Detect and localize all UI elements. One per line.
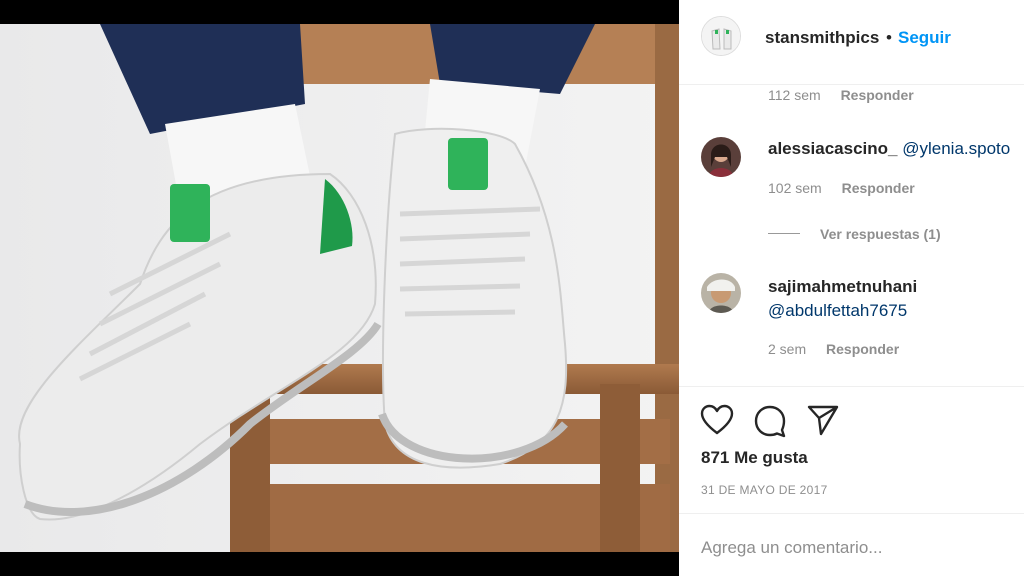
reply-button[interactable]: Responder — [826, 341, 899, 357]
author-username[interactable]: stansmithpics — [765, 28, 879, 48]
comment-meta: 2 sem Responder — [768, 341, 899, 357]
paper-plane-icon[interactable] — [806, 404, 840, 441]
commenter-avatar[interactable] — [701, 273, 741, 313]
like-count[interactable]: 871 Me gusta — [701, 448, 808, 468]
post-photo[interactable] — [0, 0, 679, 576]
comment-time: 102 sem — [768, 180, 822, 196]
follow-button[interactable]: Seguir — [898, 28, 951, 48]
post-sidebar: stansmithpics • Seguir 112 sem Responder… — [679, 0, 1024, 576]
author-avatar[interactable] — [701, 16, 741, 56]
separator-dot: • — [886, 28, 892, 47]
reply-button[interactable]: Responder — [842, 180, 915, 196]
post-actions: 871 Me gusta 31 DE MAYO DE 2017 — [679, 386, 1024, 514]
comment-meta: 112 sem Responder — [768, 87, 914, 103]
heart-icon[interactable] — [700, 404, 734, 441]
comment-time: 2 sem — [768, 341, 807, 357]
comment-text: sajimahmetnuhani @abdulfettah7675 — [768, 275, 1018, 323]
comment-mention[interactable]: @ylenia.spoto — [902, 139, 1010, 158]
comment-text: alessiacascino_ @ylenia.spoto — [768, 137, 1018, 161]
commenter-username[interactable]: sajimahmetnuhani — [768, 277, 917, 296]
view-replies-button[interactable]: Ver respuestas (1) — [820, 226, 941, 242]
comment-time: 112 sem — [768, 87, 821, 103]
post-header: stansmithpics • Seguir — [679, 0, 1024, 85]
comment-mention[interactable]: @abdulfettah7675 — [768, 301, 907, 320]
comment-icon[interactable] — [753, 404, 787, 443]
commenter-username[interactable]: alessiacascino_ — [768, 139, 897, 158]
comment-input[interactable]: Agrega un comentario... — [701, 538, 1001, 558]
reply-button[interactable]: Responder — [841, 87, 914, 103]
comment-meta: 102 sem Responder — [768, 180, 915, 196]
replies-divider — [768, 233, 800, 234]
sneakers-image — [0, 24, 679, 552]
commenter-avatar[interactable] — [701, 137, 741, 177]
post-date: 31 DE MAYO DE 2017 — [701, 483, 828, 497]
